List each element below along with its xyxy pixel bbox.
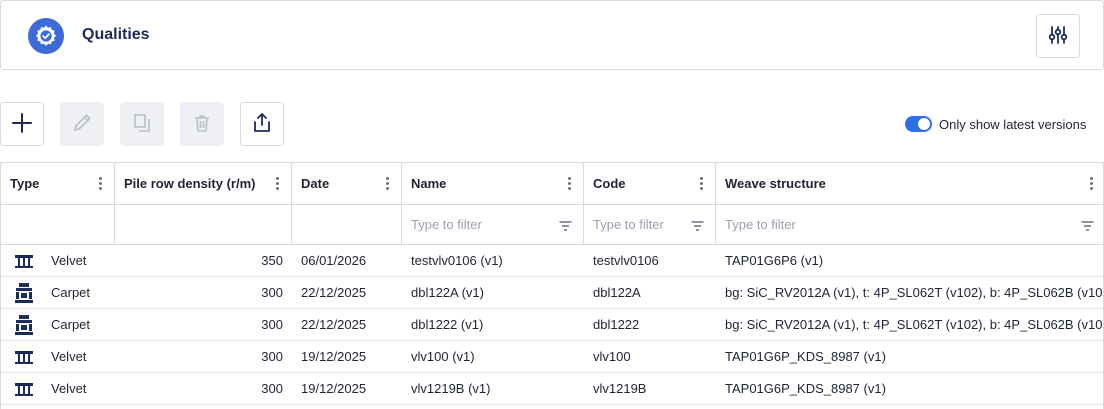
delete-button[interactable]	[180, 102, 224, 146]
type-cell: Velvet	[1, 245, 115, 276]
column-header-code[interactable]: Code	[584, 163, 716, 204]
pile-row-density-cell: 350	[261, 253, 283, 268]
velvet-loom-icon	[13, 251, 35, 271]
filter-placeholder: Type to filter	[725, 217, 796, 232]
pile-row-density-cell: 300	[261, 381, 283, 396]
type-cell: Velvet	[1, 373, 115, 404]
edit-button[interactable]	[60, 102, 104, 146]
table-row[interactable]: Velvet 300 19/12/2025 vlv1219B (v1) vlv1…	[1, 373, 1103, 405]
pile-row-density-cell: 300	[261, 285, 283, 300]
pencil-icon	[71, 112, 93, 137]
kebab-menu-icon[interactable]	[568, 177, 571, 190]
gear-check-icon	[28, 18, 64, 54]
toggle-knob	[918, 118, 930, 130]
column-header-weave-structure[interactable]: Weave structure	[716, 163, 1103, 204]
code-filter-input[interactable]: Type to filter	[584, 205, 716, 244]
name-cell: vlv100 (v1)	[411, 349, 475, 364]
table-row[interactable]: Velvet 350 06/01/2026 testvlv0106 (v1) t…	[1, 245, 1103, 277]
kebab-menu-icon[interactable]	[99, 177, 102, 190]
filter-icon[interactable]	[691, 219, 704, 234]
code-cell: dbl1222	[593, 317, 640, 332]
table-row[interactable]: Velvet 300 19/12/2025 vlv100 (v1) vlv100…	[1, 341, 1103, 373]
code-cell: vlv100	[593, 349, 631, 364]
weave-structure-cell: TAP01G6P_KDS_8987 (v1)	[725, 381, 886, 396]
settings-button[interactable]	[1036, 14, 1080, 58]
column-header-label: Name	[411, 176, 447, 191]
date-cell: 19/12/2025	[301, 349, 367, 364]
column-header-name[interactable]: Name	[402, 163, 584, 204]
name-cell: dbl122A (v1)	[411, 285, 484, 300]
column-header-label: Type	[10, 176, 40, 191]
name-cell: testvlv0106 (v1)	[411, 253, 503, 268]
latest-versions-label: Only show latest versions	[939, 116, 1087, 132]
table-row[interactable]: Carpet 300 22/12/2025 dbl1222 (v1) dbl12…	[1, 309, 1104, 341]
table-filter-row: Type to filter Type to filter Type to fi…	[1, 205, 1103, 245]
filter-placeholder: Type to filter	[411, 217, 482, 232]
filter-icon[interactable]	[1081, 219, 1094, 234]
filter-placeholder: Type to filter	[593, 217, 664, 232]
type-label: Velvet	[51, 253, 87, 268]
weave-structure-cell: bg: SiC_RV2012A (v1), t: 4P_SL062T (v102…	[725, 317, 1104, 332]
velvet-loom-icon	[13, 347, 35, 367]
type-label: Velvet	[51, 349, 87, 364]
kebab-menu-icon[interactable]	[1090, 177, 1093, 190]
carpet-loom-icon	[13, 282, 35, 303]
date-cell: 06/01/2026	[301, 253, 367, 268]
export-button[interactable]	[240, 102, 284, 146]
plus-icon	[11, 112, 33, 137]
code-cell: testvlv0106	[593, 253, 659, 268]
add-button[interactable]	[0, 102, 44, 146]
name-filter-input[interactable]: Type to filter	[402, 205, 584, 244]
filter-cell-pile-row-density	[115, 205, 292, 244]
latest-versions-toggle-group: Only show latest versions	[905, 116, 1086, 132]
column-header-label: Date	[301, 176, 330, 191]
column-header-label: Weave structure	[725, 176, 826, 191]
duplicate-button[interactable]	[120, 102, 164, 146]
date-cell: 19/12/2025	[301, 381, 367, 396]
type-cell: Carpet	[1, 277, 115, 308]
type-cell: Velvet	[1, 341, 115, 372]
column-header-pile-row-density[interactable]: Pile row density (r/m)	[115, 163, 292, 204]
page-header: Qualities	[0, 0, 1104, 70]
column-header-label: Pile row density (r/m)	[124, 176, 256, 191]
table-row[interactable]: Carpet 300 22/12/2025 dbl122A (v1) dbl12…	[1, 277, 1104, 309]
carpet-loom-icon	[13, 314, 35, 335]
kebab-menu-icon[interactable]	[276, 177, 279, 190]
sliders-icon	[1047, 24, 1069, 49]
name-cell: dbl1222 (v1)	[411, 317, 484, 332]
qualities-table: Type Pile row density (r/m) Date Name Co…	[0, 162, 1104, 409]
column-header-type[interactable]: Type	[1, 163, 115, 204]
pile-row-density-cell: 300	[261, 349, 283, 364]
type-label: Carpet	[51, 285, 91, 300]
type-label: Carpet	[51, 317, 91, 332]
kebab-menu-icon[interactable]	[386, 177, 389, 190]
velvet-loom-icon	[13, 379, 35, 399]
latest-versions-toggle[interactable]	[905, 116, 932, 132]
name-cell: vlv1219B (v1)	[411, 381, 491, 396]
page-title: Qualities	[82, 26, 150, 43]
table-header-row: Type Pile row density (r/m) Date Name Co…	[1, 163, 1103, 205]
column-header-date[interactable]: Date	[292, 163, 402, 204]
code-cell: dbl122A	[593, 285, 641, 300]
share-icon	[251, 112, 273, 137]
copy-icon	[132, 113, 152, 136]
type-cell: Carpet	[1, 309, 115, 340]
trash-icon	[192, 113, 212, 136]
filter-cell-type	[1, 205, 115, 244]
filter-icon[interactable]	[559, 219, 572, 234]
weave-structure-cell: bg: SiC_RV2012A (v1), t: 4P_SL062T (v102…	[725, 285, 1104, 300]
kebab-menu-icon[interactable]	[700, 177, 703, 190]
pile-row-density-cell: 300	[261, 317, 283, 332]
weave-structure-cell: TAP01G6P6 (v1)	[725, 253, 824, 268]
weave-structure-filter-input[interactable]: Type to filter	[716, 205, 1103, 244]
weave-structure-cell: TAP01G6P_KDS_8987 (v1)	[725, 349, 886, 364]
column-header-label: Code	[593, 176, 626, 191]
filter-cell-date	[292, 205, 402, 244]
code-cell: vlv1219B	[593, 381, 647, 396]
date-cell: 22/12/2025	[301, 317, 367, 332]
date-cell: 22/12/2025	[301, 285, 367, 300]
type-label: Velvet	[51, 381, 87, 396]
